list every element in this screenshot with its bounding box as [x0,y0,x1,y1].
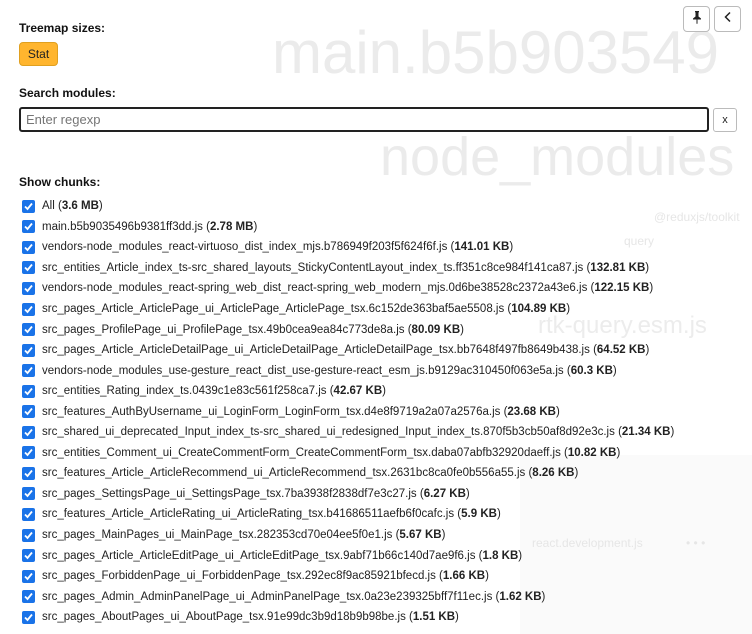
chunk-checkbox[interactable] [22,302,35,316]
chunk-size: 23.68 KB [507,405,556,418]
chunk-name: src_entities_Comment_ui_CreateCommentFor… [42,446,561,459]
chunk-name: src_entities_Article_index_ts-src_shared… [42,261,584,274]
chunk-name: src_pages_SettingsPage_ui_SettingsPage_t… [42,487,417,500]
chunk-size: 2.78 MB [209,220,254,233]
chunk-item[interactable]: src_pages_Admin_AdminPanelPage_ui_AdminP… [22,586,752,607]
chunk-name: src_pages_Admin_AdminPanelPage_ui_AdminP… [42,590,493,603]
chunk-size: 10.82 KB [567,446,617,459]
chunk-name: src_features_Article_ArticleRecommend_ui… [42,467,526,480]
chunk-item[interactable]: vendors-node_modules_use-gesture_react_d… [22,360,752,381]
chunk-size: 141.01 KB [454,241,510,254]
chunk-size: 1.8 KB [482,549,519,562]
chunk-checkbox[interactable] [22,466,35,480]
search-modules-input[interactable] [19,107,709,132]
search-modules-label: Search modules: [19,86,116,100]
chunk-name: vendors-node_modules_use-gesture_react_d… [42,364,564,377]
chunk-size: 21.34 KB [621,426,671,439]
chunk-item[interactable]: src_features_AuthByUsername_ui_LoginForm… [22,401,752,422]
chunk-checkbox[interactable] [22,528,35,542]
chunk-size: 80.09 KB [411,323,461,336]
chunk-size: 5.9 KB [461,508,497,521]
chunk-item[interactable]: src_features_Article_ArticleRecommend_ui… [22,463,752,484]
chunk-checkbox[interactable] [22,446,35,460]
show-chunks-label: Show chunks: [19,175,101,189]
chunk-checkbox[interactable] [22,323,35,337]
chunk-item[interactable]: src_pages_Article_ArticlePage_ui_Article… [22,299,752,320]
chunk-item[interactable]: src_entities_Comment_ui_CreateCommentFor… [22,443,752,464]
chunk-item[interactable]: src_pages_Article_ArticleDetailPage_ui_A… [22,340,752,361]
chunk-checkbox[interactable] [22,240,35,254]
pin-button[interactable] [683,6,710,32]
chunk-name: src_features_AuthByUsername_ui_LoginForm… [42,405,501,418]
chunk-item[interactable]: src_pages_Article_ArticleEditPage_ui_Art… [22,545,752,566]
chunk-item[interactable]: vendors-node_modules_react-spring_web_di… [22,278,752,299]
chunk-item[interactable]: src_entities_Article_index_ts-src_shared… [22,258,752,279]
chunk-checkbox[interactable] [22,425,35,439]
chunk-size: 6.27 KB [423,487,466,500]
chunk-checkbox[interactable] [22,220,35,234]
treemap-sizes-label: Treemap sizes: [19,21,106,35]
chunk-checkbox[interactable] [22,281,35,295]
chunk-checkbox[interactable] [22,610,35,624]
chunk-item[interactable]: src_entities_Rating_index_ts.0439c1e83c5… [22,381,752,402]
chunk-name: src_pages_Article_ArticlePage_ui_Article… [42,303,505,315]
chunk-size: 3.6 MB [61,200,99,213]
chunk-item[interactable]: main.b5b9035496b9381ff3dd.js (2.78 MB) [22,217,752,238]
chunk-item[interactable]: src_pages_MainPages_ui_MainPage_tsx.2823… [22,525,752,546]
chunk-checkbox[interactable] [22,487,35,501]
collapse-sidebar-button[interactable] [714,6,741,32]
sidebar-panel: Treemap sizes: Stat Search modules: x Sh… [0,0,752,634]
chunk-name: main.b5b9035496b9381ff3dd.js [42,220,203,233]
chunk-checkbox[interactable] [22,569,35,583]
chunk-item[interactable]: src_pages_ForbiddenPage_ui_ForbiddenPage… [22,566,752,587]
chunk-item[interactable]: src_pages_ProfilePage_ui_ProfilePage_tsx… [22,319,752,340]
chunk-checkbox[interactable] [22,507,35,521]
chunk-name: src_pages_AboutPages_ui_AboutPage_tsx.91… [42,611,406,624]
chunk-size: 1.66 KB [442,570,486,583]
chunk-size: 5.67 KB [399,529,442,542]
chunk-size: 64.52 KB [596,344,646,357]
chunk-item[interactable]: src_features_Article_ArticleRating_ui_Ar… [22,504,752,525]
chunk-item-all[interactable]: All (3.6 MB) [22,196,752,217]
chunk-list: All (3.6 MB) main.b5b9035496b9381ff3dd.js… [22,196,752,627]
chunk-name: All [42,200,55,213]
stat-size-button[interactable]: Stat [19,42,58,66]
chunk-checkbox[interactable] [22,343,35,357]
pin-icon [691,10,703,29]
chunk-checkbox[interactable] [22,199,35,213]
chunk-size: 60.3 KB [570,364,613,377]
chunk-size: 8.26 KB [532,467,575,480]
chunk-checkbox[interactable] [22,405,35,419]
chunk-size: 1.62 KB [499,590,542,603]
chunk-name: src_pages_ProfilePage_ui_ProfilePage_tsx… [42,323,405,336]
chunk-checkbox[interactable] [22,261,35,275]
chunk-size: 104.89 KB [511,303,567,315]
chunk-item[interactable]: src_pages_SettingsPage_ui_SettingsPage_t… [22,484,752,505]
chunk-item[interactable]: src_shared_ui_deprecated_Input_index_ts-… [22,422,752,443]
chunk-name: vendors-node_modules_react-virtuoso_dist… [42,241,448,254]
chunk-item[interactable]: vendors-node_modules_react-virtuoso_dist… [22,237,752,258]
chunk-name: src_pages_Article_ArticleDetailPage_ui_A… [42,344,590,357]
chunk-size: 1.51 KB [412,611,456,624]
chunk-name: src_pages_ForbiddenPage_ui_ForbiddenPage… [42,570,436,583]
chunk-name: src_pages_Article_ArticleEditPage_ui_Art… [42,549,476,562]
chunk-name: src_shared_ui_deprecated_Input_index_ts-… [42,426,615,439]
chunk-checkbox[interactable] [22,364,35,378]
chunk-size: 132.81 KB [590,261,646,274]
chunk-checkbox[interactable] [22,590,35,604]
chunk-checkbox[interactable] [22,549,35,563]
chunk-name: src_features_Article_ArticleRating_ui_Ar… [42,508,455,521]
chunk-name: src_pages_MainPages_ui_MainPage_tsx.2823… [42,529,393,542]
clear-search-button[interactable]: x [713,108,737,132]
chunk-item[interactable]: src_pages_AboutPages_ui_AboutPage_tsx.91… [22,607,752,628]
chunk-size: 42.67 KB [333,385,383,398]
chunk-name: vendors-node_modules_react-spring_web_di… [42,282,588,295]
chunk-checkbox[interactable] [22,384,35,398]
chevron-left-icon [723,10,733,28]
chunk-size: 122.15 KB [594,282,650,295]
chunk-name: src_entities_Rating_index_ts.0439c1e83c5… [42,385,327,398]
